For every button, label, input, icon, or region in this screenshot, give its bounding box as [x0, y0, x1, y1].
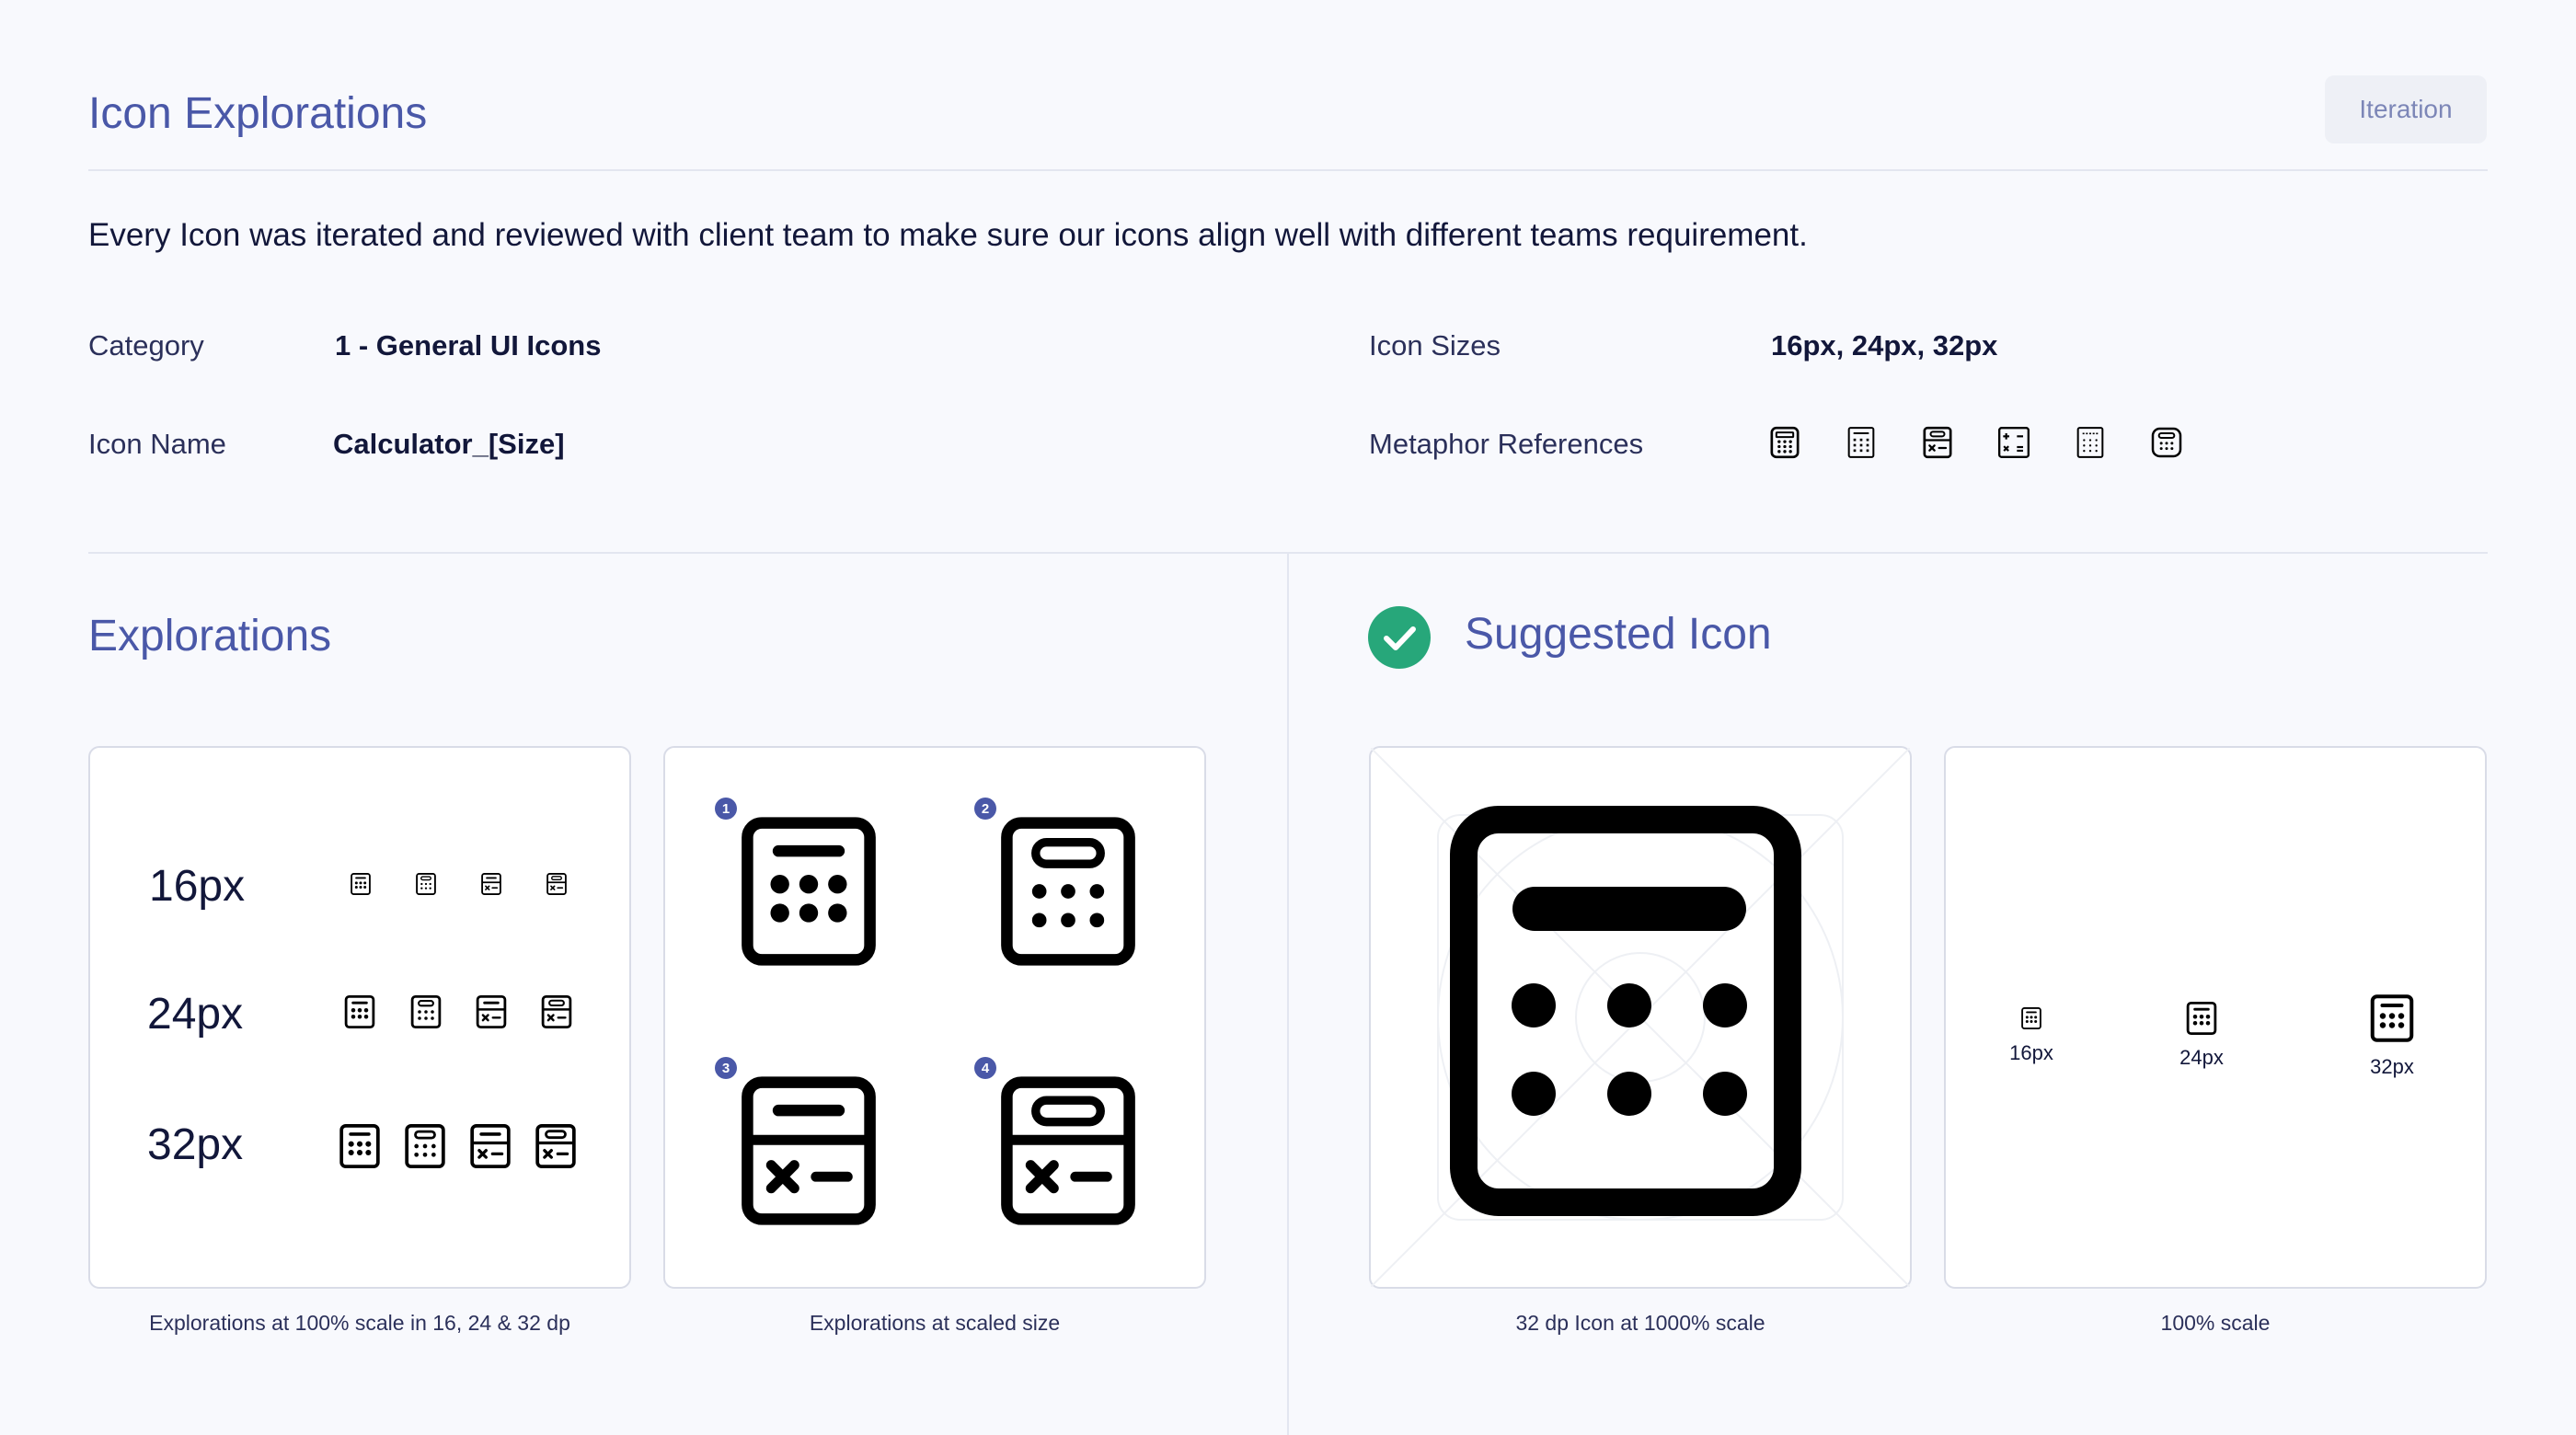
- calculator-icon: [407, 993, 445, 1031]
- metaphor-label: Metaphor References: [1369, 428, 1644, 460]
- metaphor-icon-row: [1766, 421, 2185, 464]
- calculator-icon: [340, 993, 379, 1031]
- explorations-scale-caption: Explorations at 100% scale in 16, 24 & 3…: [149, 1311, 570, 1335]
- calculator-icon: [348, 871, 374, 897]
- calculator-icon: [1450, 806, 1801, 1216]
- calculator-icon: [982, 805, 1155, 978]
- explorations-scaled-card: 1 2 3 4: [663, 746, 1206, 1289]
- header-divider: [88, 169, 2488, 171]
- iteration-badge: Iteration: [2325, 75, 2487, 144]
- suggested-small-card: 16px 24px 32px: [1944, 746, 2487, 1289]
- calculator-icon: [1995, 421, 2032, 464]
- calculator-icon: [1919, 421, 1956, 464]
- calculator-icon: [399, 1120, 451, 1172]
- calculator-icon: [334, 1120, 385, 1172]
- check-circle-icon: [1368, 606, 1431, 669]
- calculator-icon: [2364, 991, 2420, 1046]
- category-label: Category: [88, 329, 204, 362]
- suggested-large-caption: 32 dp Icon at 1000% scale: [1515, 1311, 1765, 1335]
- calculator-icon: [2148, 421, 2185, 464]
- suggested-small-caption: 100% scale: [2160, 1311, 2271, 1335]
- calculator-icon: [413, 871, 439, 897]
- calculator-icon: [982, 1064, 1155, 1237]
- size-label-32: 32px: [147, 1120, 244, 1169]
- calculator-icon: [722, 805, 895, 978]
- suggested-title: Suggested Icon: [1465, 610, 1772, 659]
- column-divider: [1287, 553, 1289, 1435]
- icon-name-label: Icon Name: [88, 428, 226, 460]
- size-label-16: 16px: [2009, 1041, 2053, 1064]
- icon-sizes-label: Icon Sizes: [1369, 329, 1501, 362]
- size-label-24: 24px: [2179, 1046, 2224, 1069]
- size-label-16: 16px: [149, 862, 246, 911]
- calculator-icon: [1766, 421, 1803, 464]
- page-title: Icon Explorations: [88, 89, 428, 138]
- calculator-icon: [722, 1064, 895, 1237]
- calculator-icon: [465, 1120, 516, 1172]
- explorations-scaled-caption: Explorations at scaled size: [809, 1311, 1061, 1335]
- explorations-title: Explorations: [88, 612, 332, 660]
- calculator-icon: [2072, 421, 2109, 464]
- calculator-icon: [472, 993, 511, 1031]
- calculator-icon: [2182, 999, 2221, 1038]
- description: Every Icon was iterated and reviewed wit…: [88, 217, 1808, 253]
- icon-name-value: Calculator_[Size]: [333, 428, 565, 460]
- icon-sizes-value: 16px, 24px, 32px: [1771, 329, 1998, 362]
- calculator-icon: [1843, 421, 1880, 464]
- calculator-icon: [2018, 1005, 2044, 1031]
- calculator-icon: [544, 871, 569, 897]
- calculator-icon: [530, 1120, 581, 1172]
- calculator-icon: [537, 993, 576, 1031]
- suggested-large-card: [1369, 746, 1912, 1289]
- explorations-size-card: 16px 24px 32px: [88, 746, 631, 1289]
- size-label-24: 24px: [147, 990, 244, 1039]
- category-value: 1 - General UI Icons: [335, 329, 602, 362]
- size-label-32: 32px: [2370, 1055, 2414, 1078]
- calculator-icon: [478, 871, 504, 897]
